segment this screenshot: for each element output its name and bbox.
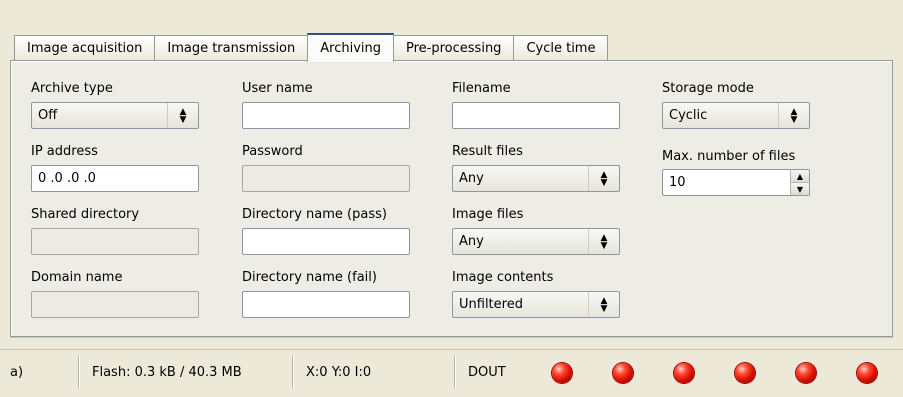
updown-arrows-icon: ▲ ▼ [588,166,619,191]
max-files-input[interactable] [663,170,790,195]
updown-arrows-icon: ▲ ▼ [588,292,619,317]
dout-led-icon [796,363,816,383]
user-name-field[interactable] [242,102,410,129]
filename-label: Filename [452,81,511,96]
archive-type-select[interactable]: Off ▲ ▼ [31,102,199,129]
archive-type-label: Archive type [31,81,113,96]
updown-arrows-icon: ▲ ▼ [588,229,619,254]
status-separator [292,356,293,388]
ip-address-field[interactable] [31,165,199,192]
result-files-label: Result files [452,144,523,159]
tab-bar: Image acquisition Image transmission Arc… [14,32,609,62]
image-contents-select[interactable]: Unfiltered ▲ ▼ [452,291,620,318]
tab-image-transmission[interactable]: Image transmission [154,35,309,61]
storage-mode-value: Cyclic [669,108,708,123]
max-number-of-files-label: Max. number of files [662,149,796,164]
dout-label: DOUT [468,364,506,380]
directory-name-pass-label: Directory name (pass) [242,207,387,222]
user-name-label: User name [242,81,313,96]
storage-mode-label: Storage mode [662,81,754,96]
status-bar: a) Flash: 0.3 kB / 40.3 MB X:0 Y:0 I:0 D… [0,349,903,394]
shared-directory-field[interactable] [31,228,199,255]
dout-led-icon [613,363,633,383]
spin-up-icon[interactable]: ▲ [791,170,809,183]
filename-field[interactable] [452,102,620,129]
max-files-spinner[interactable]: ▲ ▼ [662,169,810,196]
image-contents-label: Image contents [452,270,554,285]
status-separator [78,356,79,388]
directory-name-fail-label: Directory name (fail) [242,270,377,285]
domain-name-label: Domain name [31,270,123,285]
dout-led-icon [674,363,694,383]
dout-led-icon [552,363,572,383]
coordinates-status: X:0 Y:0 I:0 [306,364,372,380]
password-field[interactable] [242,165,410,192]
domain-name-field[interactable] [31,291,199,318]
spinner-buttons: ▲ ▼ [790,170,809,195]
password-label: Password [242,144,303,159]
spin-down-icon[interactable]: ▼ [791,183,809,195]
directory-name-fail-field[interactable] [242,291,410,318]
status-left-fragment: a) [10,364,24,380]
image-contents-value: Unfiltered [459,297,523,312]
image-files-select[interactable]: Any ▲ ▼ [452,228,620,255]
updown-arrows-icon: ▲ ▼ [778,103,809,128]
status-separator [454,356,455,388]
shared-directory-label: Shared directory [31,207,140,222]
result-files-value: Any [459,171,484,186]
directory-name-pass-field[interactable] [242,228,410,255]
updown-arrows-icon: ▲ ▼ [167,103,198,128]
tab-cycle-time[interactable]: Cycle time [513,35,609,61]
ip-address-label: IP address [31,144,98,159]
result-files-select[interactable]: Any ▲ ▼ [452,165,620,192]
tab-image-acquisition[interactable]: Image acquisition [14,35,156,61]
flash-status: Flash: 0.3 kB / 40.3 MB [92,364,242,380]
tab-archiving[interactable]: Archiving [307,33,395,62]
archiving-panel: Archive type Off ▲▼ IP address Shared di… [10,60,893,337]
tab-pre-processing[interactable]: Pre-processing [393,35,515,61]
storage-mode-select[interactable]: Cyclic ▲ ▼ [662,102,810,129]
dout-led-icon [857,363,877,383]
archive-type-value: Off [38,108,58,123]
image-files-label: Image files [452,207,524,222]
image-files-value: Any [459,234,484,249]
dout-led-icon [735,363,755,383]
